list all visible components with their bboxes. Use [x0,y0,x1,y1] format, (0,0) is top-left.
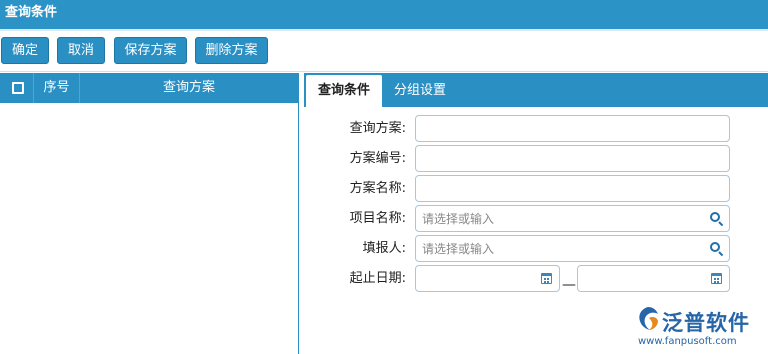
column-index[interactable]: 序号 [34,73,80,103]
end-date-field[interactable] [577,265,730,292]
date-range-label: 起止日期: [349,271,406,286]
calendar-icon[interactable] [541,273,552,284]
search-icon[interactable] [710,212,724,227]
tab-bar: 查询条件 分组设置 [304,73,768,107]
plan-list-panel: 序号 查询方案 [0,73,299,354]
query-plan-label: 查询方案: [349,121,406,136]
calendar-icon[interactable] [711,273,722,284]
brand-url: www.fanpusoft.com [638,336,737,347]
tab-query-conditions[interactable]: 查询条件 [306,75,383,107]
tab-group-settings[interactable]: 分组设置 [382,75,458,107]
search-icon[interactable] [710,242,724,257]
reporter-input[interactable] [415,235,730,262]
delete-plan-button[interactable]: 删除方案 [195,37,268,64]
cancel-button[interactable]: 取消 [57,37,105,64]
brand-name: 泛普软件 [662,311,750,335]
plan-number-input[interactable] [415,145,730,172]
column-plan[interactable]: 查询方案 [80,73,298,103]
reporter-label: 填报人: [362,241,406,256]
project-name-label: 项目名称: [349,211,406,226]
checkbox-icon[interactable] [12,82,24,94]
toolbar: 确定 取消 保存方案 删除方案 [0,31,768,72]
plan-number-label: 方案编号: [349,151,406,166]
brand-logo: 泛普软件 www.fanpusoft.com [636,306,766,352]
start-date-field[interactable] [415,265,560,292]
project-name-input[interactable] [415,205,730,232]
select-all-cell[interactable] [0,73,34,103]
date-separator: — [562,277,576,293]
plan-name-input[interactable] [415,175,730,202]
save-plan-button[interactable]: 保存方案 [114,37,187,64]
query-plan-input[interactable] [415,115,730,142]
window-title: 查询条件 [0,0,768,29]
plan-name-label: 方案名称: [349,181,406,196]
logo-icon [639,307,658,330]
plan-grid-header: 序号 查询方案 [0,73,298,103]
confirm-button[interactable]: 确定 [1,37,49,64]
